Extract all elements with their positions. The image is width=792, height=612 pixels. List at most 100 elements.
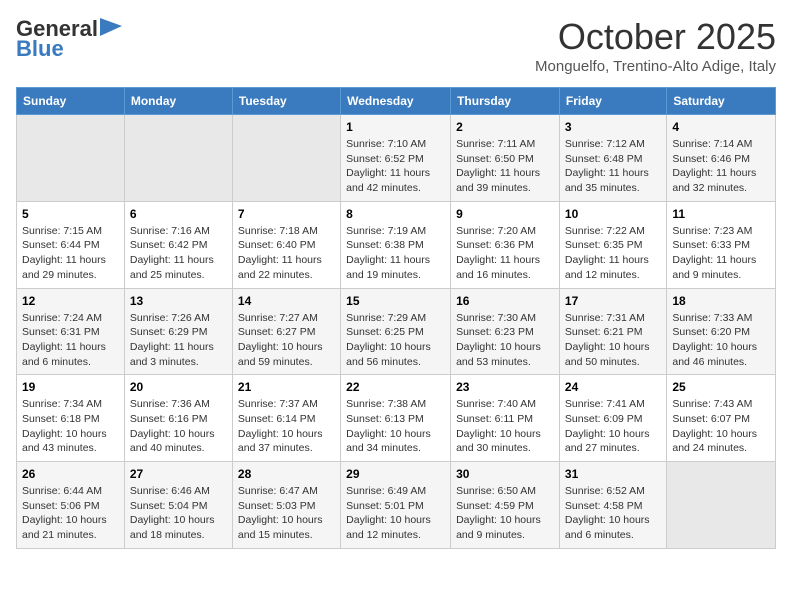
day-number: 22 [346,380,445,394]
day-info: Sunrise: 7:10 AM Sunset: 6:52 PM Dayligh… [346,137,445,196]
weekday-header-thursday: Thursday [451,88,560,115]
day-info: Sunrise: 7:37 AM Sunset: 6:14 PM Dayligh… [238,397,335,456]
day-number: 12 [22,294,119,308]
logo-arrow-icon [100,18,122,36]
calendar-cell: 12 Sunrise: 7:24 AM Sunset: 6:31 PM Dayli… [17,288,125,375]
day-info: Sunrise: 7:34 AM Sunset: 6:18 PM Dayligh… [22,397,119,456]
day-number: 24 [565,380,661,394]
day-number: 27 [130,467,227,481]
day-number: 14 [238,294,335,308]
calendar-cell [232,115,340,202]
day-number: 25 [672,380,770,394]
day-info: Sunrise: 6:52 AM Sunset: 4:58 PM Dayligh… [565,484,661,543]
day-number: 1 [346,120,445,134]
day-info: Sunrise: 7:24 AM Sunset: 6:31 PM Dayligh… [22,311,119,370]
calendar-cell: 10 Sunrise: 7:22 AM Sunset: 6:35 PM Dayli… [559,201,666,288]
calendar-cell: 28 Sunrise: 6:47 AM Sunset: 5:03 PM Dayli… [232,462,340,549]
day-info: Sunrise: 7:15 AM Sunset: 6:44 PM Dayligh… [22,224,119,283]
day-number: 16 [456,294,554,308]
day-info: Sunrise: 7:29 AM Sunset: 6:25 PM Dayligh… [346,311,445,370]
day-number: 10 [565,207,661,221]
calendar-cell [17,115,125,202]
calendar-cell: 1 Sunrise: 7:10 AM Sunset: 6:52 PM Daylig… [341,115,451,202]
calendar-cell: 15 Sunrise: 7:29 AM Sunset: 6:25 PM Dayli… [341,288,451,375]
day-number: 23 [456,380,554,394]
day-info: Sunrise: 7:38 AM Sunset: 6:13 PM Dayligh… [346,397,445,456]
weekday-header-monday: Monday [124,88,232,115]
day-info: Sunrise: 7:33 AM Sunset: 6:20 PM Dayligh… [672,311,770,370]
weekday-header-sunday: Sunday [17,88,125,115]
day-number: 18 [672,294,770,308]
month-title: October 2025 [535,16,776,58]
calendar-cell: 16 Sunrise: 7:30 AM Sunset: 6:23 PM Dayli… [451,288,560,375]
day-info: Sunrise: 7:40 AM Sunset: 6:11 PM Dayligh… [456,397,554,456]
logo: General Blue [16,16,122,62]
day-number: 4 [672,120,770,134]
weekday-header-friday: Friday [559,88,666,115]
day-info: Sunrise: 6:50 AM Sunset: 4:59 PM Dayligh… [456,484,554,543]
calendar-cell: 21Sunrise: 7:37 AM Sunset: 6:14 PM Dayli… [232,375,340,462]
day-number: 6 [130,207,227,221]
calendar-cell: 18 Sunrise: 7:33 AM Sunset: 6:20 PM Dayli… [667,288,776,375]
weekday-header-wednesday: Wednesday [341,88,451,115]
day-info: Sunrise: 7:20 AM Sunset: 6:36 PM Dayligh… [456,224,554,283]
day-number: 29 [346,467,445,481]
calendar-cell: 6 Sunrise: 7:16 AM Sunset: 6:42 PM Daylig… [124,201,232,288]
weekday-header-saturday: Saturday [667,88,776,115]
day-number: 8 [346,207,445,221]
calendar-table: SundayMondayTuesdayWednesdayThursdayFrid… [16,87,776,549]
day-number: 7 [238,207,335,221]
day-info: Sunrise: 7:41 AM Sunset: 6:09 PM Dayligh… [565,397,661,456]
day-number: 17 [565,294,661,308]
calendar-cell: 19 Sunrise: 7:34 AM Sunset: 6:18 PM Dayli… [17,375,125,462]
calendar-cell: 29 Sunrise: 6:49 AM Sunset: 5:01 PM Dayli… [341,462,451,549]
day-info: Sunrise: 7:23 AM Sunset: 6:33 PM Dayligh… [672,224,770,283]
day-number: 11 [672,207,770,221]
weekday-header-tuesday: Tuesday [232,88,340,115]
calendar-cell: 24 Sunrise: 7:41 AM Sunset: 6:09 PM Dayli… [559,375,666,462]
page-header: General Blue October 2025 Monguelfo, Tre… [16,16,776,75]
title-block: October 2025 Monguelfo, Trentino-Alto Ad… [535,16,776,75]
calendar-cell: 8 Sunrise: 7:19 AM Sunset: 6:38 PM Daylig… [341,201,451,288]
day-number: 28 [238,467,335,481]
day-number: 20 [130,380,227,394]
day-info: Sunrise: 7:19 AM Sunset: 6:38 PM Dayligh… [346,224,445,283]
calendar-cell: 11 Sunrise: 7:23 AM Sunset: 6:33 PM Dayli… [667,201,776,288]
day-info: Sunrise: 7:12 AM Sunset: 6:48 PM Dayligh… [565,137,661,196]
day-info: Sunrise: 6:44 AM Sunset: 5:06 PM Dayligh… [22,484,119,543]
day-number: 26 [22,467,119,481]
day-info: Sunrise: 7:16 AM Sunset: 6:42 PM Dayligh… [130,224,227,283]
calendar-cell: 3 Sunrise: 7:12 AM Sunset: 6:48 PM Daylig… [559,115,666,202]
day-number: 15 [346,294,445,308]
calendar-cell: 17 Sunrise: 7:31 AM Sunset: 6:21 PM Dayli… [559,288,666,375]
day-info: Sunrise: 6:49 AM Sunset: 5:01 PM Dayligh… [346,484,445,543]
calendar-cell [124,115,232,202]
day-number: 19 [22,380,119,394]
day-info: Sunrise: 7:22 AM Sunset: 6:35 PM Dayligh… [565,224,661,283]
day-info: Sunrise: 7:30 AM Sunset: 6:23 PM Dayligh… [456,311,554,370]
day-number: 31 [565,467,661,481]
calendar-cell: 26 Sunrise: 6:44 AM Sunset: 5:06 PM Dayli… [17,462,125,549]
calendar-cell: 25Sunrise: 7:43 AM Sunset: 6:07 PM Dayli… [667,375,776,462]
day-info: Sunrise: 7:26 AM Sunset: 6:29 PM Dayligh… [130,311,227,370]
day-number: 30 [456,467,554,481]
calendar-cell: 5 Sunrise: 7:15 AM Sunset: 6:44 PM Daylig… [17,201,125,288]
calendar-cell: 22 Sunrise: 7:38 AM Sunset: 6:13 PM Dayli… [341,375,451,462]
day-info: Sunrise: 6:47 AM Sunset: 5:03 PM Dayligh… [238,484,335,543]
day-number: 5 [22,207,119,221]
day-number: 3 [565,120,661,134]
day-number: 2 [456,120,554,134]
day-info: Sunrise: 7:31 AM Sunset: 6:21 PM Dayligh… [565,311,661,370]
calendar-cell: 27 Sunrise: 6:46 AM Sunset: 5:04 PM Dayli… [124,462,232,549]
day-info: Sunrise: 7:11 AM Sunset: 6:50 PM Dayligh… [456,137,554,196]
calendar-cell: 2 Sunrise: 7:11 AM Sunset: 6:50 PM Daylig… [451,115,560,202]
day-info: Sunrise: 7:18 AM Sunset: 6:40 PM Dayligh… [238,224,335,283]
calendar-cell: 4 Sunrise: 7:14 AM Sunset: 6:46 PM Daylig… [667,115,776,202]
calendar-cell: 20Sunrise: 7:36 AM Sunset: 6:16 PM Dayli… [124,375,232,462]
day-info: Sunrise: 7:14 AM Sunset: 6:46 PM Dayligh… [672,137,770,196]
day-info: Sunrise: 6:46 AM Sunset: 5:04 PM Dayligh… [130,484,227,543]
calendar-cell: 14 Sunrise: 7:27 AM Sunset: 6:27 PM Dayli… [232,288,340,375]
location-subtitle: Monguelfo, Trentino-Alto Adige, Italy [535,58,776,75]
calendar-cell: 9Sunrise: 7:20 AM Sunset: 6:36 PM Daylig… [451,201,560,288]
day-info: Sunrise: 7:27 AM Sunset: 6:27 PM Dayligh… [238,311,335,370]
